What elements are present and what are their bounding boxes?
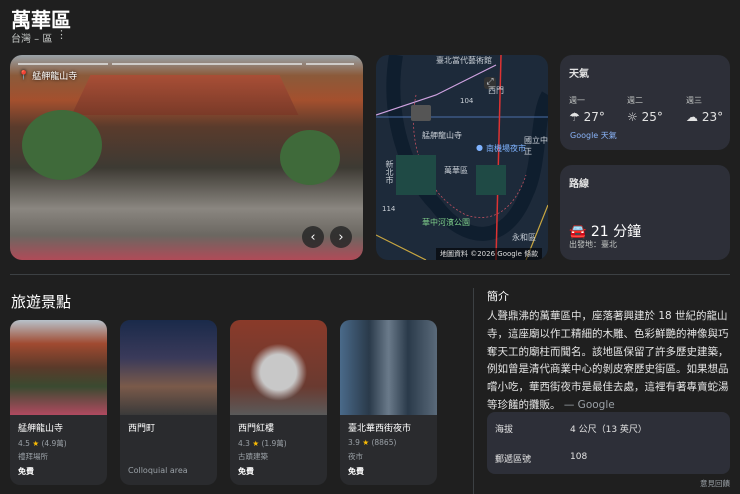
- attraction-card[interactable]: 西門紅樓 4.3 ★ (1.9萬) 古蹟建築 免費: [230, 320, 327, 485]
- attraction-image: [10, 320, 107, 415]
- intro-body: 人聲鼎沸的萬華區中，座落著興建於 18 世紀的龍山寺，這座廟以作工精細的木雕、色…: [487, 310, 729, 411]
- attraction-card[interactable]: 艋舺龍山寺 4.5 ★ (4.9萬) 禮拜場所 免費: [10, 320, 107, 485]
- map-label: 萬華區: [444, 166, 468, 175]
- map-label: 永和區: [512, 233, 536, 242]
- attraction-image: [230, 320, 327, 415]
- map-label: 西門: [488, 86, 504, 95]
- weather-temp: 23°: [701, 110, 724, 124]
- cloud-icon: ☁: [686, 110, 698, 124]
- rating: 3.9: [348, 438, 360, 447]
- map-attribution: 地圖資料 ©2026 Google: [440, 250, 522, 258]
- rating: 4.5: [18, 439, 30, 448]
- map-label: 臺北當代藝術館: [436, 56, 492, 65]
- attraction-fee: 免費: [348, 467, 364, 476]
- rain-icon: ☂: [569, 110, 580, 124]
- star-icon: ★: [32, 439, 40, 448]
- map-label[interactable]: 南機場夜市: [486, 143, 526, 154]
- google-weather-link[interactable]: Google 天氣: [570, 130, 617, 141]
- attraction-card[interactable]: 臺北華西街夜市 3.9 ★ (8865) 夜市 免費: [340, 320, 437, 485]
- review-count: (4.9萬): [41, 439, 67, 448]
- chevron-right-icon[interactable]: ›: [330, 226, 352, 248]
- photo-carousel[interactable]: 📍 艋舺龍山寺 ‹ ›: [10, 55, 363, 260]
- weather-temp: 25°: [641, 110, 663, 124]
- shopping-pin-icon: ●: [476, 143, 483, 152]
- weather-day: 週一: [569, 96, 585, 105]
- intro-source: — Google: [563, 398, 615, 411]
- fact-value: 108: [570, 452, 588, 462]
- location-label: 艋舺龍山寺: [32, 72, 78, 82]
- weather-card[interactable]: 天氣 週一 週二 週三 ☂ 27° ☼ 25° ☁ 23° Google 天氣: [560, 55, 730, 150]
- attraction-card[interactable]: 西門町 Colloquial area: [120, 320, 217, 485]
- attraction-type: 禮拜場所: [18, 452, 48, 461]
- fact-label: 海拔: [495, 425, 514, 435]
- temple-icon: [411, 105, 431, 121]
- fact-value: 4 公尺（13 英尺）: [570, 425, 647, 435]
- map-label: 華中河濱公園: [422, 218, 470, 227]
- route-origin: 出發地：臺北: [569, 240, 617, 249]
- intro-heading: 簡介: [487, 290, 509, 303]
- map-label: 國立中正: [524, 136, 548, 156]
- attraction-image: [120, 320, 217, 415]
- attractions-heading: 旅遊景點: [11, 293, 72, 311]
- map-label[interactable]: 艋舺龍山寺: [422, 130, 462, 141]
- map-terms-link[interactable]: 條款: [524, 250, 538, 258]
- intro-text: 人聲鼎沸的萬華區中，座落著興建於 18 世紀的龍山寺，這座廟以作工精細的木雕、色…: [487, 308, 732, 415]
- feedback-link[interactable]: 意見回饋: [700, 478, 730, 489]
- attraction-fee: 免費: [238, 467, 254, 476]
- attraction-note: Colloquial area: [128, 466, 188, 475]
- weather-title: 天氣: [569, 69, 589, 80]
- location-chip[interactable]: 📍 艋舺龍山寺: [18, 69, 78, 83]
- route-title: 路線: [569, 179, 589, 190]
- attraction-fee: 免費: [18, 467, 34, 476]
- divider: [10, 274, 730, 275]
- divider: [473, 288, 474, 494]
- attraction-name: 西門町: [128, 424, 156, 434]
- weather-temp: 27°: [583, 110, 605, 124]
- review-count: (8865): [371, 438, 397, 447]
- attraction-type: 古蹟建築: [238, 452, 268, 461]
- attraction-name: 臺北華西街夜市: [348, 424, 412, 434]
- fact-label: 郵遞區號: [495, 455, 532, 465]
- attraction-image: [340, 320, 437, 415]
- road-number: 104: [460, 97, 474, 105]
- attraction-name: 西門紅樓: [238, 424, 275, 434]
- partly-sunny-icon: ☼: [627, 110, 638, 124]
- rating: 4.3: [238, 439, 250, 448]
- road-number: 114: [382, 205, 396, 213]
- attraction-type: 夜市: [348, 452, 363, 461]
- star-icon: ★: [252, 439, 260, 448]
- attraction-name: 艋舺龍山寺: [18, 424, 64, 434]
- weather-day: 週三: [686, 96, 702, 105]
- route-time: 21 分鐘: [590, 224, 642, 240]
- star-icon: ★: [362, 438, 370, 447]
- map-roads: [376, 55, 548, 260]
- subtitle: 台灣 – 區: [11, 34, 53, 45]
- more-vert-icon[interactable]: ⋮: [56, 28, 67, 41]
- route-card[interactable]: 路線 🚘 21 分鐘 出發地：臺北: [560, 165, 730, 260]
- chevron-left-icon[interactable]: ‹: [302, 226, 324, 248]
- map[interactable]: 臺北當代藝術館 ⤢ 西門 艋舺龍山寺 南機場夜市 ● 萬華區 華中河濱公園 永和…: [376, 55, 548, 260]
- car-icon: 🚘: [569, 224, 587, 240]
- facts-table: 海拔 4 公尺（13 英尺） 郵遞區號 108: [487, 412, 730, 474]
- review-count: (1.9萬): [261, 439, 287, 448]
- map-label: 新北市: [385, 160, 394, 184]
- weather-day: 週二: [627, 96, 643, 105]
- pin-icon: 📍: [18, 70, 30, 81]
